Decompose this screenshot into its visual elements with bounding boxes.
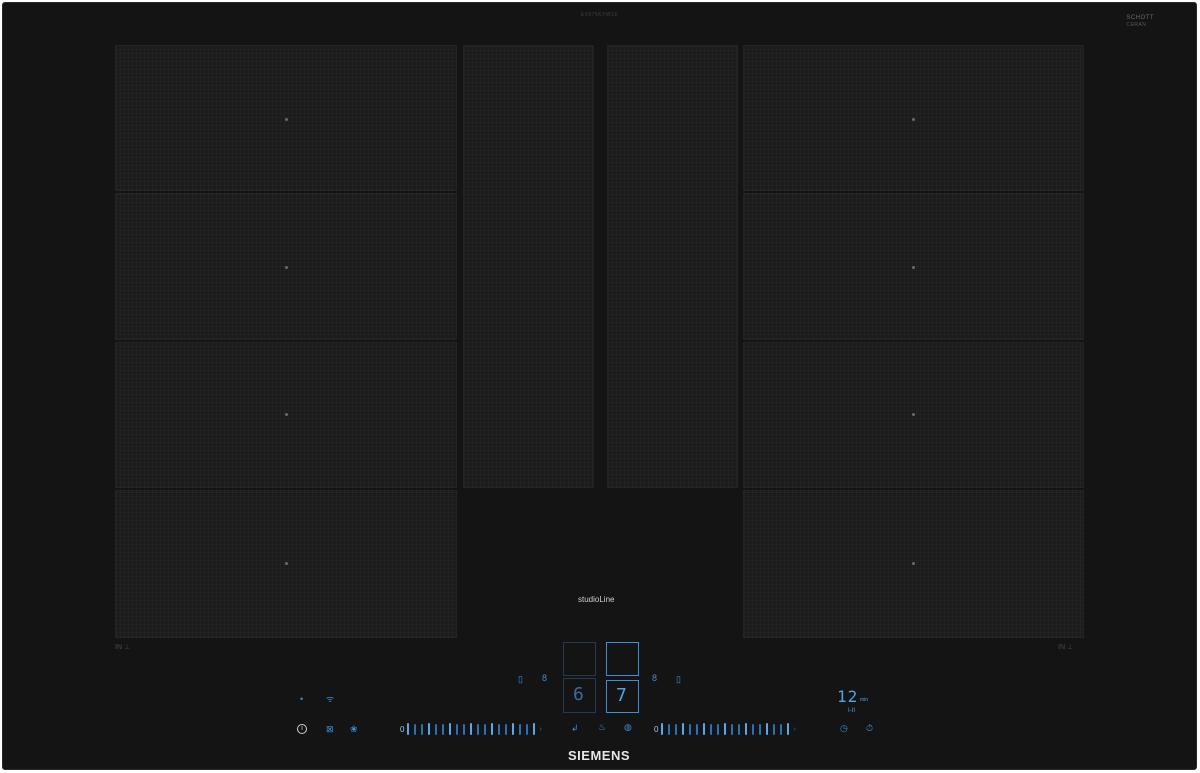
slider-tick[interactable] <box>421 723 424 735</box>
zone-select-right-inner-icon[interactable]: 8 <box>652 674 657 683</box>
zone-center-marker <box>912 118 915 121</box>
left-power-slider[interactable]: 0 › <box>400 722 542 736</box>
slider-tick[interactable] <box>491 723 494 735</box>
slider-end-marker: › <box>793 725 796 733</box>
slider-tick[interactable] <box>519 723 522 735</box>
flex-zone-mark-left: IN ⊥ <box>115 644 131 651</box>
slider-tick[interactable] <box>407 723 410 735</box>
display-right-upper[interactable] <box>606 642 639 676</box>
childlock-icon[interactable]: ⊠ <box>326 725 334 734</box>
cooking-zone-center-right <box>607 45 738 488</box>
power-button-icon[interactable]: i <box>297 724 307 734</box>
timer-display: 12 <box>837 687 859 706</box>
cooking-zone-left-3 <box>115 342 457 488</box>
slider-tick[interactable] <box>724 723 727 735</box>
studioline-label: studioLine <box>578 595 615 604</box>
schott-logo-line2: CERAN <box>1126 22 1147 28</box>
slider-tick[interactable] <box>766 723 769 735</box>
cooking-zone-center-left <box>463 45 594 488</box>
slider-tick[interactable] <box>512 723 515 735</box>
timer-sub-label: I-II <box>848 708 855 714</box>
stopwatch-icon[interactable]: ⏱ <box>866 724 873 733</box>
zone-select-left-inner-icon[interactable]: 8 <box>542 674 547 683</box>
slider-tick[interactable] <box>745 723 748 735</box>
display-right-value: 7 <box>616 685 627 706</box>
cooking-zone-left-4 <box>115 490 457 638</box>
slider-tick[interactable] <box>717 723 720 735</box>
slider-tick[interactable] <box>498 723 501 735</box>
timer-icon[interactable]: ◷ <box>840 724 848 733</box>
slider-tick[interactable] <box>731 723 734 735</box>
cooking-zone-right-1 <box>743 45 1084 191</box>
slider-end-marker: › <box>539 725 542 733</box>
flex-zone-mark-right: IN ⊥ <box>1058 644 1074 651</box>
timer-unit-label: min <box>860 697 869 703</box>
zone-center-marker <box>285 562 288 565</box>
slider-tick[interactable] <box>689 723 692 735</box>
zone-center-marker <box>285 266 288 269</box>
slider-tick[interactable] <box>442 723 445 735</box>
slider-tick[interactable] <box>484 723 487 735</box>
model-label: EX875KYW1E <box>580 12 619 18</box>
zone-center-marker <box>912 413 915 416</box>
cooking-zone-right-4 <box>743 490 1084 638</box>
slider-tick[interactable] <box>526 723 529 735</box>
slider-tick[interactable] <box>505 723 508 735</box>
frying-sensor-icon[interactable]: ◍ <box>624 723 632 732</box>
schott-logo-line1: SCHOTT <box>1126 15 1154 21</box>
zone-select-right-outer-icon[interactable]: ▯ <box>676 675 681 684</box>
zone-select-left-outer-icon[interactable]: ▯ <box>518 675 523 684</box>
slider-tick[interactable] <box>463 723 466 735</box>
indicator-dot-icon: • <box>300 694 304 704</box>
cooking-zone-left-2 <box>115 193 457 340</box>
slider-tick[interactable] <box>449 723 452 735</box>
zone-center-marker <box>912 266 915 269</box>
cooking-zone-left-1 <box>115 45 457 191</box>
display-right-lower[interactable]: 7 <box>606 680 639 713</box>
slider-tick[interactable] <box>703 723 706 735</box>
slider-tick[interactable] <box>428 723 431 735</box>
slider-tick[interactable] <box>759 723 762 735</box>
slider-tick[interactable] <box>738 723 741 735</box>
slider-tick[interactable] <box>710 723 713 735</box>
slider-tick[interactable] <box>456 723 459 735</box>
zone-center-marker <box>285 413 288 416</box>
boost-function-icon[interactable]: ♨ <box>598 723 606 732</box>
cooking-zone-right-2 <box>743 193 1084 340</box>
slider-tick[interactable] <box>477 723 480 735</box>
display-left-value: 6 <box>573 684 584 705</box>
slider-tick[interactable] <box>533 723 536 735</box>
zone-center-marker <box>912 562 915 565</box>
cooking-zone-right-3 <box>743 342 1084 488</box>
slider-tick[interactable] <box>787 723 790 735</box>
slider-tick[interactable] <box>773 723 776 735</box>
wifi-icon[interactable]: ᯤ <box>326 695 334 704</box>
display-left-upper[interactable] <box>563 642 596 676</box>
slider-tick[interactable] <box>414 723 417 735</box>
slider-tick[interactable] <box>435 723 438 735</box>
display-left-lower[interactable]: 6 <box>563 678 596 713</box>
slider-tick[interactable] <box>780 723 783 735</box>
slider-tick[interactable] <box>470 723 473 735</box>
slider-tick[interactable] <box>675 723 678 735</box>
schott-ceran-logo: SCHOTT CERAN <box>1126 15 1154 29</box>
zone-center-marker <box>285 118 288 121</box>
hood-fan-icon[interactable]: ❀ <box>350 725 358 734</box>
right-slider-zero-label: 0 <box>654 724 659 734</box>
move-function-icon[interactable]: ↲ <box>571 724 579 733</box>
slider-tick[interactable] <box>668 723 671 735</box>
left-slider-zero-label: 0 <box>400 724 405 734</box>
slider-tick[interactable] <box>752 723 755 735</box>
siemens-logo: SIEMENS <box>568 748 631 763</box>
slider-tick[interactable] <box>682 723 685 735</box>
right-power-slider[interactable]: 0 › <box>654 722 796 736</box>
slider-tick[interactable] <box>696 723 699 735</box>
slider-tick[interactable] <box>661 723 664 735</box>
